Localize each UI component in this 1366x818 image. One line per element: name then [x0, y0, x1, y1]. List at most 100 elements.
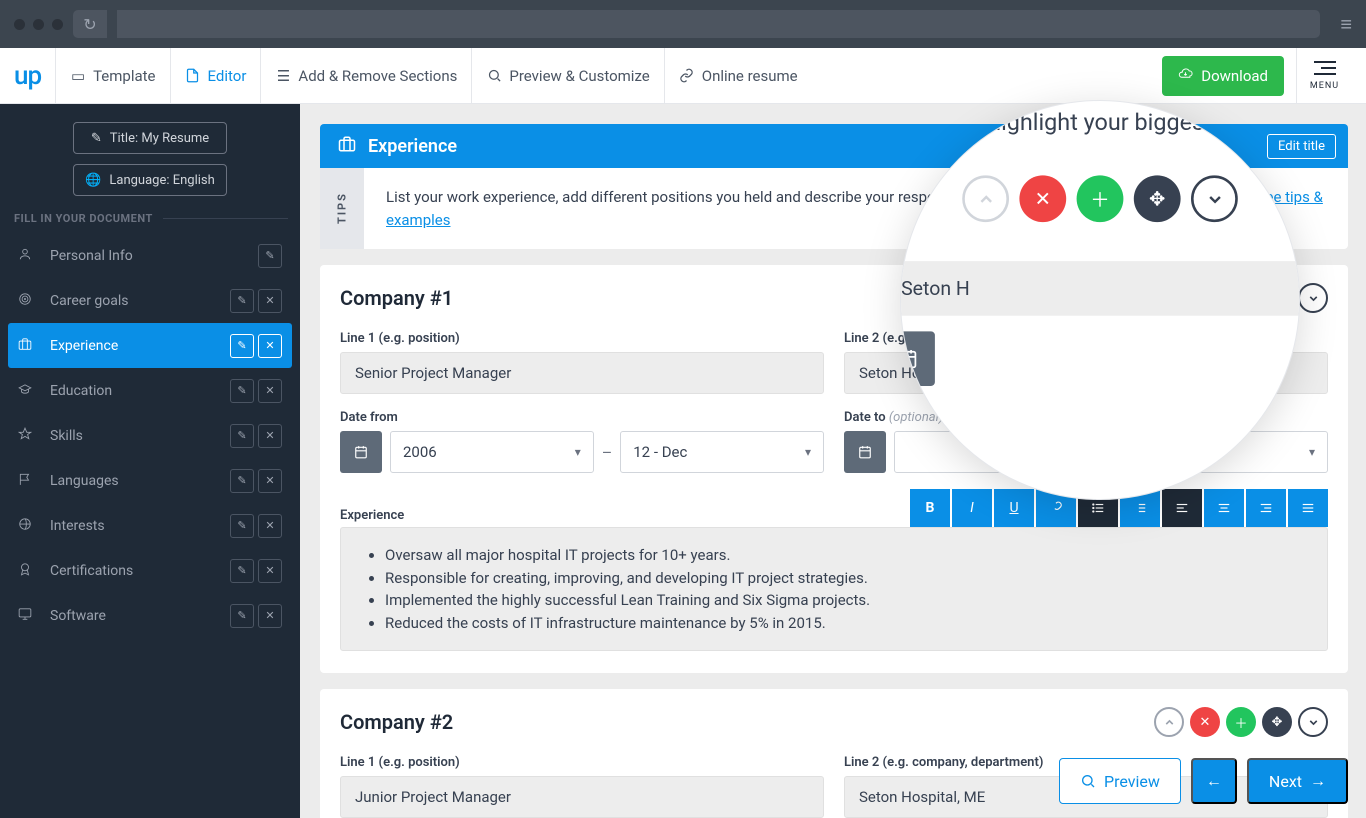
date-from-label: Date from [340, 410, 824, 425]
delete-button[interactable]: ✕ [1019, 175, 1066, 222]
underline-button[interactable]: U [994, 489, 1034, 527]
delete-icon[interactable]: ✕ [258, 424, 282, 448]
edit-icon[interactable]: ✎ [230, 559, 254, 583]
dot [52, 19, 63, 30]
logo[interactable]: up [14, 61, 41, 91]
delete-icon[interactable]: ✕ [258, 379, 282, 403]
align-left-button[interactable] [1162, 489, 1202, 527]
edit-icon[interactable]: ✎ [230, 469, 254, 493]
flag-icon [18, 472, 36, 490]
move-up-button[interactable] [962, 175, 1009, 222]
nav-online-resume[interactable]: Online resume [664, 48, 812, 104]
edit-icon[interactable]: ✎ [258, 244, 282, 268]
position-input[interactable] [340, 352, 824, 394]
sidebar-heading: FILL IN YOUR DOCUMENT [14, 212, 288, 225]
edit-icon[interactable]: ✎ [230, 424, 254, 448]
nav-editor[interactable]: Editor [170, 48, 261, 104]
sidebar-item-certifications[interactable]: Certifications✎✕ [8, 548, 292, 593]
window-dots [14, 19, 63, 30]
sidebar-item-education[interactable]: Education ✎✕ [8, 368, 292, 413]
editor-icon [185, 68, 201, 84]
nav-template[interactable]: ▭Template [55, 48, 169, 104]
sidebar-item-label: Education [50, 383, 216, 399]
position-input[interactable] [340, 776, 824, 818]
month-from-select[interactable]: 12 - Dec [620, 431, 824, 473]
move-up-button[interactable] [1154, 707, 1184, 737]
sections-icon: ☰ [275, 68, 291, 84]
sidebar-item-personal-info[interactable]: Personal Info✎ [8, 233, 292, 278]
delete-icon[interactable]: ✕ [258, 514, 282, 538]
pencil-icon: ✎ [91, 131, 102, 146]
sidebar-item-label: Interests [50, 518, 216, 534]
delete-button[interactable]: ✕ [1190, 707, 1220, 737]
browser-chrome: ↻ ≡ [0, 0, 1366, 48]
language-button[interactable]: 🌐Language: English [73, 164, 227, 196]
magnifier-field: Seton H [900, 261, 1300, 316]
delete-icon[interactable]: ✕ [258, 469, 282, 493]
align-right-button[interactable] [1246, 489, 1286, 527]
section-title: Experience [368, 136, 457, 157]
edit-icon[interactable]: ✎ [230, 289, 254, 313]
sidebar-item-interests[interactable]: Interests ✎✕ [8, 503, 292, 548]
edit-icon[interactable]: ✎ [230, 514, 254, 538]
align-justify-button[interactable] [1288, 489, 1328, 527]
sidebar-item-label: Career goals [50, 293, 216, 309]
delete-icon[interactable]: ✕ [258, 559, 282, 583]
edit-icon[interactable]: ✎ [230, 334, 254, 358]
preview-icon [486, 68, 502, 84]
delete-icon[interactable]: ✕ [258, 604, 282, 628]
add-button[interactable]: ＋ [1226, 707, 1256, 737]
sidebar-item-skills[interactable]: Skills ✎✕ [8, 413, 292, 458]
delete-icon[interactable]: ✕ [258, 334, 282, 358]
browser-menu-icon[interactable]: ≡ [1340, 12, 1352, 37]
nav-add-remove[interactable]: ☰Add & Remove Sections [260, 48, 471, 104]
bottom-bar: Preview ← Next→ [1059, 758, 1348, 804]
bullet-item: Implemented the highly successful Lean T… [385, 589, 1307, 612]
move-button[interactable]: ✥ [1134, 175, 1181, 222]
title-button[interactable]: ✎Title: My Resume [73, 122, 227, 154]
align-center-button[interactable] [1204, 489, 1244, 527]
move-down-button[interactable] [1298, 707, 1328, 737]
next-button[interactable]: Next→ [1247, 758, 1348, 804]
user-icon [18, 247, 36, 265]
collapse-button[interactable] [1298, 283, 1328, 313]
edit-icon[interactable]: ✎ [230, 604, 254, 628]
company-title: Company #2 [340, 710, 453, 734]
sidebar-item-software[interactable]: Software✎✕ [8, 593, 292, 638]
reload-button[interactable]: ↻ [73, 10, 107, 38]
experience-editor[interactable]: Oversaw all major hospital IT projects f… [340, 527, 1328, 651]
move-down-button[interactable] [1191, 175, 1238, 222]
sidebar-item-label: Languages [50, 473, 216, 489]
year-from-select[interactable]: 2006 [390, 431, 594, 473]
tips-tab: TIPS [320, 168, 364, 249]
bold-button[interactable]: B [910, 489, 950, 527]
sidebar-item-career-goals[interactable]: Career goals ✎✕ [8, 278, 292, 323]
move-button[interactable]: ✥ [1262, 707, 1292, 737]
briefcase-icon [338, 135, 356, 158]
target-icon [18, 292, 36, 310]
monitor-icon [18, 607, 36, 625]
url-bar[interactable] [117, 10, 1320, 38]
delete-icon[interactable]: ✕ [258, 289, 282, 313]
nav-preview[interactable]: Preview & Customize [471, 48, 663, 104]
grad-icon [18, 382, 36, 400]
sidebar-item-languages[interactable]: Languages ✎✕ [8, 458, 292, 503]
dash: – [602, 443, 613, 462]
sidebar-item-label: Skills [50, 428, 216, 444]
preview-button[interactable]: Preview [1059, 758, 1181, 804]
line1-label: Line 1 (e.g. position) [340, 331, 824, 346]
back-button[interactable]: ← [1191, 758, 1237, 804]
company-title: Company #1 [340, 286, 453, 310]
italic-button[interactable]: I [952, 489, 992, 527]
download-button[interactable]: Download [1162, 56, 1284, 96]
calendar-from-button[interactable] [340, 431, 382, 473]
sidebar-item-label: Experience [50, 338, 216, 354]
briefcase-icon [18, 337, 36, 355]
calendar-to-button[interactable] [844, 431, 886, 473]
main-menu-button[interactable]: MENU [1296, 48, 1352, 104]
sidebar-item-experience[interactable]: Experience ✎✕ [8, 323, 292, 368]
badge-icon [18, 562, 36, 580]
link-icon [679, 68, 695, 84]
edit-icon[interactable]: ✎ [230, 379, 254, 403]
add-button[interactable]: ＋ [1077, 175, 1124, 222]
